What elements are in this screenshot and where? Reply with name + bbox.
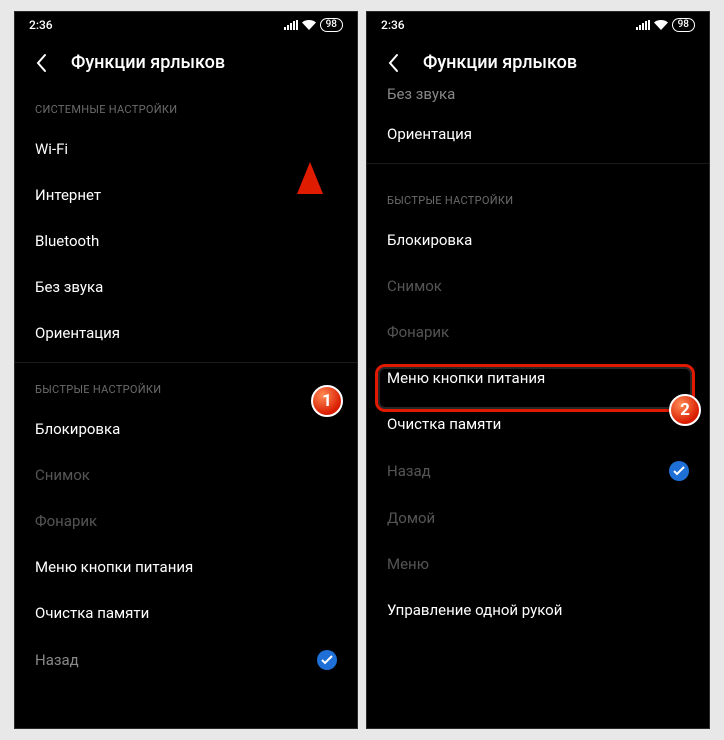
item-bluetooth[interactable]: Bluetooth [15, 218, 357, 264]
item-memory-clean[interactable]: Очистка памяти [367, 401, 709, 447]
item-label: Меню [387, 555, 429, 573]
item-label: Wi-Fi [35, 140, 68, 158]
item-lock[interactable]: Блокировка [367, 217, 709, 263]
status-time: 2:36 [29, 18, 53, 32]
item-label: Очистка памяти [387, 415, 501, 433]
item-one-hand[interactable]: Управление одной рукой [367, 587, 709, 633]
item-back[interactable]: Назад [15, 636, 357, 684]
item-label: Домой [387, 509, 435, 527]
item-label: Интернет [35, 186, 101, 204]
item-label: Снимок [387, 277, 442, 295]
status-right: 98 [636, 18, 695, 32]
section-quick-settings: БЫСТРЫЕ НАСТРОЙКИ [15, 369, 357, 406]
settings-content: Без звука Ориентация БЫСТРЫЕ НАСТРОЙКИ Б… [367, 85, 709, 633]
item-label: Без звука [35, 278, 103, 296]
item-label: Фонарик [35, 512, 97, 530]
item-label: Ориентация [35, 324, 120, 342]
page-title: Функции ярлыков [71, 52, 225, 73]
item-flashlight[interactable]: Фонарик [15, 498, 357, 544]
step-number: 2 [680, 400, 690, 420]
battery-badge: 98 [320, 18, 343, 32]
item-label: Назад [35, 651, 79, 669]
separator [15, 362, 357, 363]
header: Функции ярлыков [367, 38, 709, 89]
status-right: 98 [284, 18, 343, 32]
status-bar: 2:36 98 [15, 12, 357, 38]
settings-content: СИСТЕМНЫЕ НАСТРОЙКИ Wi-Fi Интернет Bluet… [15, 89, 357, 684]
status-time: 2:36 [381, 18, 405, 32]
item-label: Управление одной рукой [387, 601, 562, 619]
item-screenshot[interactable]: Снимок [367, 263, 709, 309]
item-silent[interactable]: Без звука [15, 264, 357, 310]
wifi-icon [302, 20, 316, 30]
item-label: Очистка памяти [35, 604, 149, 622]
item-label: Bluetooth [35, 232, 99, 250]
phone-screen-left: 2:36 98 Функции ярлыков СИСТЕМНЫЕ НАСТРО… [14, 11, 358, 729]
signal-icon [284, 20, 298, 30]
signal-icon [636, 20, 650, 30]
phone-screen-right: 2:36 98 Функции ярлыков Без звука Ориент… [366, 11, 710, 729]
item-label: Снимок [35, 466, 90, 484]
section-system-settings: СИСТЕМНЫЕ НАСТРОЙКИ [15, 89, 357, 126]
item-silent-partial[interactable]: Без звука [367, 85, 709, 111]
item-label: Блокировка [35, 420, 120, 438]
wifi-icon [654, 20, 668, 30]
item-lock[interactable]: Блокировка [15, 406, 357, 452]
item-flashlight[interactable]: Фонарик [367, 309, 709, 355]
item-label: Без звука [387, 85, 455, 103]
checkmark-icon [669, 461, 689, 481]
item-power-menu[interactable]: Меню кнопки питания [15, 544, 357, 590]
separator [367, 163, 709, 164]
battery-badge: 98 [672, 18, 695, 32]
item-orientation[interactable]: Ориентация [15, 310, 357, 356]
item-label: Меню кнопки питания [387, 369, 545, 387]
page-title: Функции ярлыков [423, 52, 577, 73]
back-button[interactable] [383, 53, 403, 73]
step-number: 1 [322, 391, 332, 411]
step-badge-2: 2 [669, 394, 701, 426]
item-label: Блокировка [387, 231, 472, 249]
item-label: Фонарик [387, 323, 449, 341]
item-orientation[interactable]: Ориентация [367, 111, 709, 157]
header: Функции ярлыков [15, 38, 357, 89]
item-label: Меню кнопки питания [35, 558, 193, 576]
back-button[interactable] [31, 53, 51, 73]
checkmark-icon [317, 650, 337, 670]
item-back[interactable]: Назад [367, 447, 709, 495]
section-quick-settings: БЫСТРЫЕ НАСТРОЙКИ [367, 170, 709, 217]
item-home[interactable]: Домой [367, 495, 709, 541]
item-menu[interactable]: Меню [367, 541, 709, 587]
item-internet[interactable]: Интернет [15, 172, 357, 218]
item-power-menu[interactable]: Меню кнопки питания [367, 355, 709, 401]
step-badge-1: 1 [311, 385, 343, 417]
item-label: Назад [387, 462, 431, 480]
status-bar: 2:36 98 [367, 12, 709, 38]
item-wifi[interactable]: Wi-Fi [15, 126, 357, 172]
item-screenshot[interactable]: Снимок [15, 452, 357, 498]
item-label: Ориентация [387, 125, 472, 143]
item-memory-clean[interactable]: Очистка памяти [15, 590, 357, 636]
